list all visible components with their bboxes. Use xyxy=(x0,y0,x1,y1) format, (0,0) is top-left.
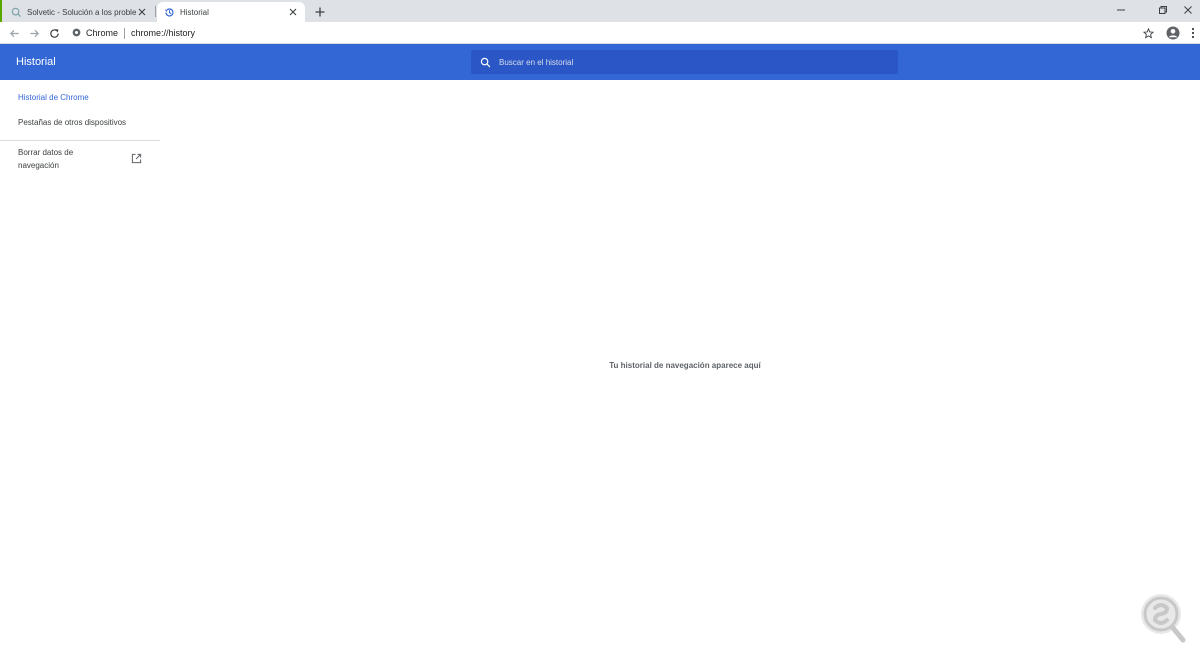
close-icon xyxy=(1184,6,1192,14)
tab-title: Historial xyxy=(180,7,209,17)
profile-button[interactable] xyxy=(1165,25,1181,41)
new-tab-button[interactable] xyxy=(312,4,328,20)
history-icon xyxy=(163,6,175,18)
tab-strip: Solvetic - Solución a los problemas Hist… xyxy=(0,0,1200,22)
omnibox-chip: Chrome xyxy=(86,28,119,38)
tab-solvetic[interactable]: Solvetic - Solución a los problemas xyxy=(4,2,154,22)
reload-button[interactable] xyxy=(46,25,62,41)
minimize-button[interactable] xyxy=(1114,3,1128,17)
sidebar-divider xyxy=(0,140,160,141)
search-favicon-icon xyxy=(10,6,22,18)
chrome-logo-icon xyxy=(72,28,81,39)
clear-browsing-data-link[interactable]: Borrar datos de navegación xyxy=(18,146,142,172)
kebab-menu-icon xyxy=(1191,27,1195,39)
close-window-button[interactable] xyxy=(1181,3,1195,17)
omnibox-separator xyxy=(124,27,126,39)
window-edge xyxy=(0,0,2,22)
history-sidebar: Historial de Chrome Pestañas de otros di… xyxy=(0,80,160,650)
omnibox[interactable]: Chrome chrome://history xyxy=(72,24,195,42)
menu-button[interactable] xyxy=(1185,25,1200,41)
omnibox-url[interactable]: chrome://history xyxy=(131,28,195,38)
search-box[interactable] xyxy=(471,50,898,74)
history-header: Historial xyxy=(0,44,1200,80)
minimize-icon xyxy=(1117,9,1125,11)
solvetic-logo-icon xyxy=(1133,590,1191,644)
tab-historial[interactable]: Historial xyxy=(157,2,305,22)
page-title: Historial xyxy=(16,56,56,68)
open-in-new-icon xyxy=(130,152,142,164)
search-input[interactable] xyxy=(499,51,898,73)
forward-button[interactable] xyxy=(26,25,42,41)
search-icon xyxy=(478,55,492,69)
empty-state-message: Tu historial de navegación aparece aquí xyxy=(609,361,761,370)
star-icon xyxy=(1142,27,1154,39)
close-icon[interactable] xyxy=(136,6,148,18)
plus-icon xyxy=(315,7,325,17)
tab-separator xyxy=(155,6,156,17)
arrow-right-icon xyxy=(29,29,39,37)
clear-browsing-data-label: Borrar datos de navegación xyxy=(18,148,74,170)
browser-toolbar: Chrome chrome://history xyxy=(0,22,1200,44)
close-icon[interactable] xyxy=(287,6,299,18)
arrow-left-icon xyxy=(9,29,19,37)
back-button[interactable] xyxy=(6,25,22,41)
reload-icon xyxy=(49,28,59,38)
sidebar-item-other-devices[interactable]: Pestañas de otros dispositivos xyxy=(18,118,126,127)
tab-title: Solvetic - Solución a los problemas xyxy=(27,7,136,17)
avatar-icon xyxy=(1166,26,1180,40)
bookmark-button[interactable] xyxy=(1140,25,1156,41)
sidebar-item-chrome-history[interactable]: Historial de Chrome xyxy=(18,93,89,102)
restore-icon xyxy=(1159,6,1167,14)
restore-button[interactable] xyxy=(1156,3,1170,17)
